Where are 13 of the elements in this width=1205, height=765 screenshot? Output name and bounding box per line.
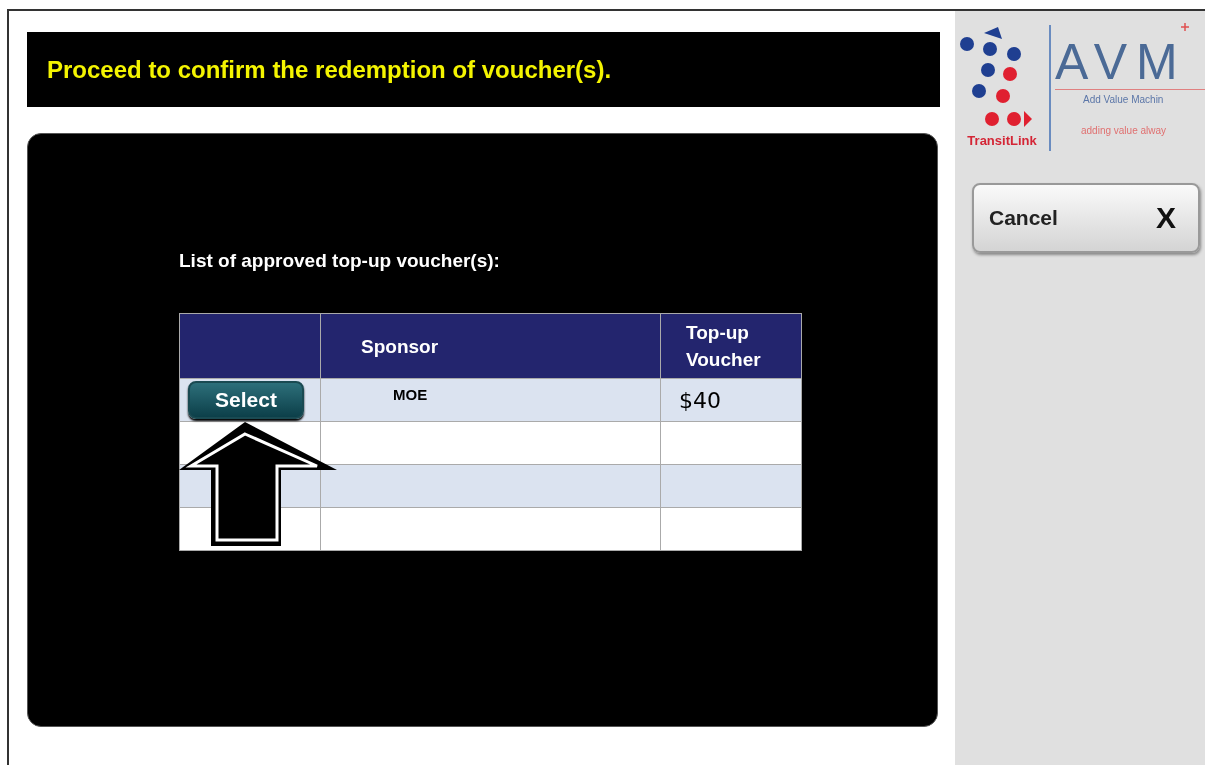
select-button[interactable]: Select xyxy=(188,381,304,419)
instruction-message: Proceed to confirm the redemption of voucher(s). xyxy=(47,55,612,84)
cancel-button[interactable]: Cancel X xyxy=(972,183,1200,253)
column-header: Top-up Voucher xyxy=(660,313,802,379)
brand-name: TransitLink xyxy=(967,133,1037,148)
product-name: AVM xyxy=(1055,35,1187,89)
product-subtitle: Add Value Machin xyxy=(1082,94,1165,105)
list-title: List of approved top-up voucher(s): xyxy=(179,251,501,271)
voucher-amount: $40 xyxy=(679,387,721,413)
sponsor-name: MOE xyxy=(393,386,428,403)
tagline: adding value alway xyxy=(1080,125,1168,136)
plus-icon xyxy=(1180,23,1189,31)
column-header: Sponsor xyxy=(320,313,661,379)
